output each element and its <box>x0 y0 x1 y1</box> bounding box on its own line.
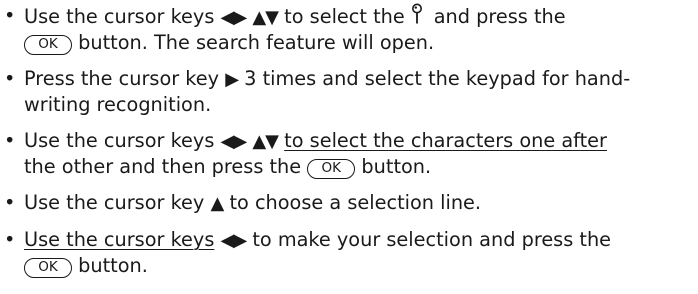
up-down-arrow-keys-icon: ▲▼ <box>252 7 279 28</box>
right-arrow-key-icon: ▶ <box>225 69 239 90</box>
instruction-text: Use the cursor keys <box>24 129 215 152</box>
instruction-text: button. <box>361 155 432 178</box>
instruction-line: Use the cursor keys ◀▶ ▲▼ to select the … <box>24 128 698 154</box>
instruction-text: Use the cursor keys <box>24 228 215 251</box>
instruction-text: to select the characters one after <box>284 129 607 152</box>
left-right-arrow-keys-icon: ◀▶ <box>220 230 248 251</box>
instruction-line: writing recognition. <box>24 92 698 117</box>
instruction-text: Press the cursor key <box>24 67 220 90</box>
instruction-line: OK button. The search feature will open. <box>24 30 698 55</box>
ok-button-icon: OK <box>24 258 72 278</box>
ok-button-icon: OK <box>24 35 72 55</box>
up-down-arrow-keys-icon: ▲▼ <box>252 131 279 152</box>
instruction-line: Use the cursor keys ◀▶ ▲▼ to select the … <box>24 3 698 30</box>
instruction-text: button. <box>78 254 148 277</box>
instruction-line: OK button. <box>24 253 698 278</box>
instruction-text: Use the cursor keys <box>24 5 215 28</box>
instruction-line: Press the cursor key ▶ 3 times and selec… <box>24 66 698 92</box>
bullet: • <box>4 67 16 90</box>
instruction-item-2: • Press the cursor key ▶ 3 times and sel… <box>0 66 698 117</box>
ok-button-icon: OK <box>307 159 356 179</box>
instruction-item-3: • Use the cursor keys ◀▶ ▲▼ to select th… <box>0 128 698 179</box>
bullet: • <box>4 4 16 27</box>
bullet: • <box>4 129 16 152</box>
instruction-item-5: • Use the cursor keys ◀▶ to make your se… <box>0 227 698 278</box>
instruction-line: Use the cursor key ▲ to choose a selecti… <box>24 190 698 216</box>
instruction-text: Use the cursor key <box>24 191 205 214</box>
instruction-item-1: • Use the cursor keys ◀▶ ▲▼ to select th… <box>0 3 698 55</box>
instruction-text: writing recognition. <box>24 93 212 116</box>
instruction-item-4: • Use the cursor key ▲ to choose a selec… <box>0 190 698 216</box>
left-right-arrow-keys-icon: ◀▶ <box>220 7 248 28</box>
instruction-line: Use the cursor keys ◀▶ to make your sele… <box>24 227 698 253</box>
instruction-text: to choose a selection line. <box>229 191 482 214</box>
instruction-line: the other and then press the OK button. <box>24 154 698 179</box>
instruction-list: • Use the cursor keys ◀▶ ▲▼ to select th… <box>0 0 698 278</box>
search-icon <box>411 3 422 24</box>
instruction-text: button. The search feature will open. <box>78 31 435 54</box>
instruction-text: to make your selection and press the <box>252 228 612 251</box>
left-right-arrow-keys-icon: ◀▶ <box>220 131 248 152</box>
up-arrow-key-icon: ▲ <box>210 193 224 214</box>
instruction-text: and press the <box>433 5 566 28</box>
instruction-text: the other and then press the <box>24 155 302 178</box>
bullet: • <box>4 191 16 214</box>
bullet: • <box>4 228 16 251</box>
instruction-text: to select the <box>284 5 405 28</box>
instruction-text: 3 times and select the keypad for hand- <box>244 67 631 90</box>
